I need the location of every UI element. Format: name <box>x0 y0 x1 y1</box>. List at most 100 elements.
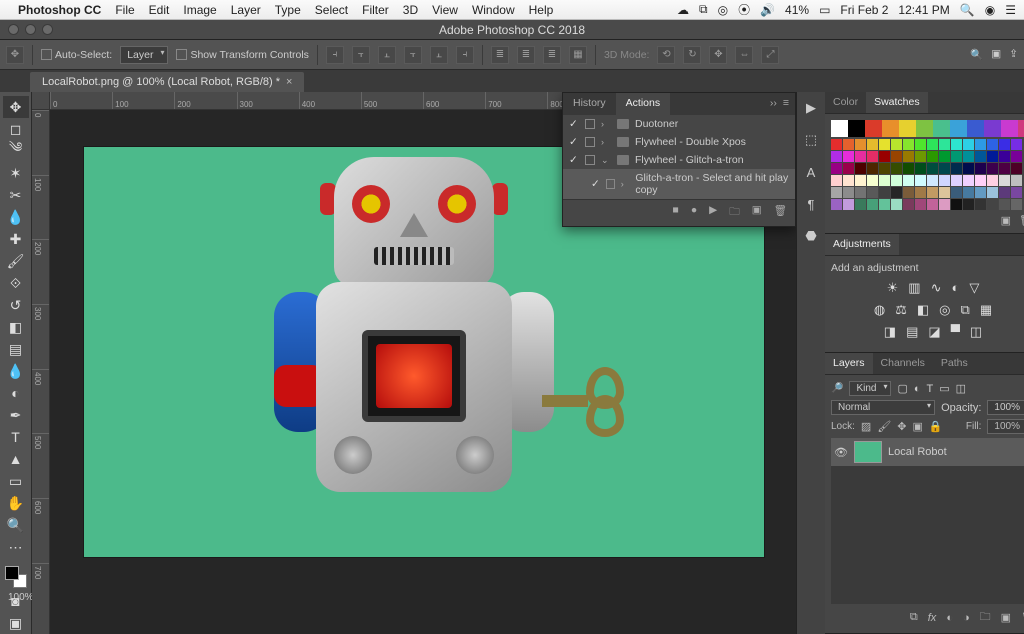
swatch[interactable] <box>987 151 998 162</box>
swatch[interactable] <box>855 199 866 210</box>
swatch[interactable] <box>915 187 926 198</box>
swatch[interactable] <box>891 163 902 174</box>
swatch[interactable] <box>987 187 998 198</box>
swatch[interactable] <box>975 199 986 210</box>
eraser-tool[interactable]: ◧ <box>3 316 29 338</box>
swatch[interactable] <box>963 139 974 150</box>
menu-image[interactable]: Image <box>183 3 216 17</box>
link-layers-icon[interactable]: ⧉ <box>910 611 918 624</box>
swatch[interactable] <box>939 175 950 186</box>
tab-channels[interactable]: Channels <box>873 353 933 374</box>
close-document-icon[interactable]: × <box>286 76 292 88</box>
actions-panel[interactable]: History Actions ››≡ ✓ › Duotoner ✓ › Fly… <box>562 92 796 227</box>
paragraph-panel-icon[interactable]: ¶ <box>801 194 821 214</box>
brush-settings-icon[interactable]: ⬚ <box>801 130 821 150</box>
lock-artboard-icon[interactable]: ▣ <box>913 420 923 433</box>
sync-icon[interactable]: ◎ <box>718 3 728 17</box>
swatch[interactable] <box>891 187 902 198</box>
lock-all-icon[interactable]: 🔒 <box>929 420 943 433</box>
lookup-icon[interactable]: ▦ <box>980 302 992 318</box>
swatch[interactable] <box>903 163 914 174</box>
swatch[interactable] <box>915 151 926 162</box>
swatch[interactable] <box>848 120 865 137</box>
swatch[interactable] <box>984 120 1001 137</box>
swatch[interactable] <box>999 175 1010 186</box>
swatch[interactable] <box>975 187 986 198</box>
swatch[interactable] <box>927 163 938 174</box>
swatch[interactable] <box>831 187 842 198</box>
record-icon[interactable]: ● <box>691 204 697 222</box>
menu-select[interactable]: Select <box>315 3 348 17</box>
search-icon[interactable]: 🔍 <box>970 48 983 61</box>
layer-row[interactable]: 👁 Local Robot <box>831 438 1024 466</box>
swatch[interactable] <box>963 163 974 174</box>
swatch[interactable] <box>867 163 878 174</box>
swatch[interactable] <box>933 120 950 137</box>
filter-adjust-icon[interactable]: ◐ <box>914 383 921 395</box>
quick-mask-toggle[interactable]: ◙ <box>3 590 29 612</box>
swatch[interactable] <box>927 187 938 198</box>
swatch[interactable] <box>915 199 926 210</box>
show-transform-checkbox[interactable]: Show Transform Controls <box>176 49 308 61</box>
swatch[interactable] <box>999 139 1010 150</box>
distribute-spacing-icon[interactable]: ≣ <box>543 46 561 64</box>
new-fill-icon[interactable]: ◑ <box>963 612 970 624</box>
swatch[interactable] <box>903 175 914 186</box>
swatch[interactable] <box>903 199 914 210</box>
swatch[interactable] <box>867 139 878 150</box>
bw-icon[interactable]: ◧ <box>917 302 929 318</box>
check-icon[interactable]: ✓ <box>569 118 579 130</box>
swatch[interactable] <box>855 139 866 150</box>
swatch[interactable] <box>879 139 890 150</box>
swatch[interactable] <box>855 151 866 162</box>
swatch[interactable] <box>831 139 842 150</box>
ruler-origin[interactable] <box>32 92 50 110</box>
lasso-tool[interactable]: ༄ <box>3 140 29 162</box>
collapse-panel-icon[interactable]: ›› <box>770 97 777 111</box>
swatch[interactable] <box>831 151 842 162</box>
libraries-icon[interactable]: ⬣ <box>801 226 821 246</box>
auto-select-checkbox[interactable]: Auto-Select: <box>41 49 112 61</box>
swatch[interactable] <box>1011 175 1022 186</box>
filter-shape-icon[interactable]: ▭ <box>939 382 949 395</box>
align-right-icon[interactable]: ⫠ <box>378 46 396 64</box>
dialog-toggle[interactable] <box>585 137 595 147</box>
selective-color-icon[interactable]: ◫ <box>970 324 982 340</box>
type-tool[interactable]: T <box>3 426 29 448</box>
color-balance-icon[interactable]: ⚖ <box>895 302 907 318</box>
menu-layer[interactable]: Layer <box>231 3 261 17</box>
action-item[interactable]: ✓ › Flywheel - Double Xpos <box>563 133 795 151</box>
brightness-icon[interactable]: ☀ <box>887 280 899 296</box>
tab-history[interactable]: History <box>563 93 616 115</box>
swatch[interactable] <box>879 151 890 162</box>
swatch[interactable] <box>1011 139 1022 150</box>
swatch[interactable] <box>865 120 882 137</box>
swatch[interactable] <box>867 175 878 186</box>
swatch[interactable] <box>927 139 938 150</box>
foreground-background-colors[interactable] <box>3 564 29 590</box>
swatch[interactable] <box>879 199 890 210</box>
swatch[interactable] <box>927 199 938 210</box>
check-icon[interactable]: ✓ <box>569 154 579 166</box>
swatch[interactable] <box>975 151 986 162</box>
menu-file[interactable]: File <box>115 3 134 17</box>
distribute-h-icon[interactable]: ≣ <box>491 46 509 64</box>
swatch[interactable] <box>831 175 842 186</box>
swatch[interactable] <box>891 151 902 162</box>
swatch[interactable] <box>843 187 854 198</box>
filter-type-icon[interactable]: T <box>927 383 934 395</box>
swatch[interactable] <box>1001 120 1018 137</box>
invert-icon[interactable]: ◨ <box>884 324 896 340</box>
play-icon[interactable]: ▶ <box>709 204 717 222</box>
swatch[interactable] <box>951 139 962 150</box>
layer-thumbnail[interactable] <box>854 441 882 463</box>
blur-tool[interactable]: 💧 <box>3 360 29 382</box>
swatch[interactable] <box>939 163 950 174</box>
swatch[interactable] <box>891 139 902 150</box>
new-set-icon[interactable]: 🗀 <box>729 204 740 222</box>
new-action-icon[interactable]: ▣ <box>752 204 762 222</box>
volume-icon[interactable]: 🔊 <box>760 3 775 17</box>
auto-select-target-dropdown[interactable]: Layer <box>120 46 168 64</box>
swatch[interactable] <box>987 139 998 150</box>
lock-transparency-icon[interactable]: ▨ <box>861 420 871 433</box>
